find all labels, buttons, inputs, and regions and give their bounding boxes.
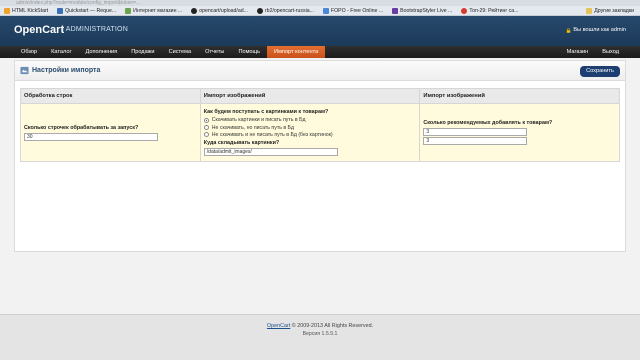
recommended-count-input-2[interactable]: 3: [423, 137, 528, 145]
bookmark-label: Интернет магазин ...: [133, 7, 183, 14]
recommended-cell: Сколько рекомендуемых добавлять к товара…: [419, 103, 620, 162]
panel-heading: Настройки импорта Сохранить: [15, 61, 625, 81]
radio-label: Не скачивать и не писать путь в Бд (без …: [211, 131, 333, 138]
footer-copyright: OpenCart © 2009-2013 All Rights Reserved…: [0, 323, 640, 329]
bookmarks-bar: HTML KickStart Quickstart — Reque... Инт…: [0, 6, 640, 16]
bookmark-favicon-icon: [322, 7, 329, 14]
logged-in-status: Вы вошли как admin: [566, 27, 626, 33]
bookmark-favicon-icon: [4, 7, 10, 14]
github-icon: [191, 7, 198, 14]
column-header-images: Импорт изображений: [199, 88, 421, 104]
other-bookmarks[interactable]: Другие закладки: [586, 7, 634, 14]
menu-item-logout[interactable]: Выход: [595, 46, 626, 58]
bookmark-label: opencart/upload/ad...: [199, 7, 248, 14]
recommended-count-label: Сколько рекомендуемых добавлять к товара…: [423, 120, 553, 126]
bookmark-label: FOPO - Free Online ...: [330, 7, 384, 14]
menu-item-help[interactable]: Помощь: [231, 46, 267, 58]
admin-header: OpenCart | ADMINISTRATION Вы вошли как a…: [0, 16, 640, 46]
bookmark-label: Топ-29: Рейтинг са...: [469, 7, 519, 14]
column-header-images-recommended: Импорт изображений: [419, 88, 620, 104]
footer: OpenCart © 2009-2013 All Rights Reserved…: [0, 314, 640, 360]
radio-label: Скачивать картинки и писать путь в Бд: [211, 117, 306, 124]
other-bookmarks-label: Другие закладки: [594, 7, 634, 14]
save-button[interactable]: Сохранить: [580, 66, 620, 77]
menu-item-reports[interactable]: Отчеты: [198, 46, 231, 58]
settings-icon: [20, 66, 29, 75]
menu-item-catalog[interactable]: Каталог: [44, 46, 78, 58]
table-header-row: Обработка строк Импорт изображений Импор…: [20, 88, 620, 104]
folder-icon: [586, 7, 593, 14]
table-row: Сколько строчек обрабатывать за запуск? …: [20, 103, 620, 162]
bookmark-favicon-icon: [125, 7, 132, 14]
radio-button[interactable]: [203, 132, 209, 138]
images-cell: Как будем поступать с картинками к товар…: [199, 103, 421, 162]
opencart-logo[interactable]: OpenCart: [14, 24, 64, 36]
recommended-count-input[interactable]: 3: [423, 128, 528, 136]
settings-panel: Настройки импорта Сохранить Обработка ст…: [14, 60, 626, 252]
image-option-path-only[interactable]: Не скачивать, но писать путь в Бд: [203, 124, 417, 131]
bookmark-label: Quickstart — Reque...: [65, 7, 117, 14]
page-title: Настройки импорта: [32, 67, 101, 74]
images-question-label: Как будем поступать с картинками к товар…: [203, 109, 329, 116]
main-menu: Обзор Каталог Дополнения Продажи Система…: [0, 46, 640, 58]
radio-button[interactable]: [203, 117, 209, 123]
rows-cell: Сколько строчек обрабатывать за запуск? …: [20, 103, 201, 162]
footer-version: Версия 1.5.5.1: [302, 331, 338, 337]
copyright-text: © 2009-2013 All Rights Reserved.: [290, 323, 374, 329]
image-option-none[interactable]: Не скачивать и не писать путь в Бд (без …: [203, 131, 417, 138]
images-folder-input[interactable]: /data/admit_images/: [203, 147, 338, 156]
bookmark-favicon-icon: [57, 7, 64, 14]
opencart-link[interactable]: OpenCart: [267, 323, 290, 329]
bookmark-item[interactable]: Интернет магазин ...: [125, 7, 183, 14]
rows-per-run-label: Сколько строчек обрабатывать за запуск?: [24, 124, 139, 131]
bookmark-item[interactable]: rb2/opencart-russia...: [256, 7, 314, 14]
column-header-rows: Обработка строк: [20, 88, 201, 104]
bookmark-label: BootstrapStyler Live ...: [400, 7, 453, 14]
menu-item-extensions[interactable]: Дополнения: [79, 46, 125, 58]
bookmark-label: HTML KickStart: [12, 7, 49, 14]
image-option-download[interactable]: Скачивать картинки и писать путь в Бд: [203, 117, 417, 124]
bookmark-item[interactable]: BootstrapStyler Live ...: [392, 7, 453, 14]
bookmark-item[interactable]: opencart/upload/ad...: [191, 7, 248, 14]
menu-item-content-import[interactable]: Импорт контента: [267, 46, 326, 58]
bookmark-item[interactable]: Quickstart — Reque...: [57, 7, 117, 14]
bookmark-favicon-icon: [392, 7, 399, 14]
rows-per-run-input[interactable]: 30: [24, 132, 158, 141]
lock-icon: [567, 27, 571, 33]
menu-item-store[interactable]: Магазин: [560, 46, 596, 58]
logged-in-text: Вы вошли как admin: [573, 27, 626, 33]
import-settings-table: Обработка строк Импорт изображений Импор…: [20, 88, 620, 162]
bookmark-item[interactable]: HTML KickStart: [4, 7, 49, 14]
menu-item-dashboard[interactable]: Обзор: [14, 46, 44, 58]
bookmark-favicon-icon: [461, 7, 468, 14]
bookmark-item[interactable]: Топ-29: Рейтинг са...: [461, 7, 519, 14]
images-folder-label: Куда складывать картинки?: [203, 139, 280, 146]
github-icon: [256, 7, 263, 14]
administration-label: | ADMINISTRATION: [62, 26, 128, 33]
menu-item-system[interactable]: Система: [162, 46, 199, 58]
radio-label: Не скачивать, но писать путь в Бд: [211, 124, 294, 131]
bookmark-label: rb2/opencart-russia...: [264, 7, 314, 14]
menu-item-sales[interactable]: Продажи: [124, 46, 161, 58]
radio-button[interactable]: [203, 125, 209, 130]
bookmark-item[interactable]: FOPO - Free Online ...: [322, 7, 384, 14]
